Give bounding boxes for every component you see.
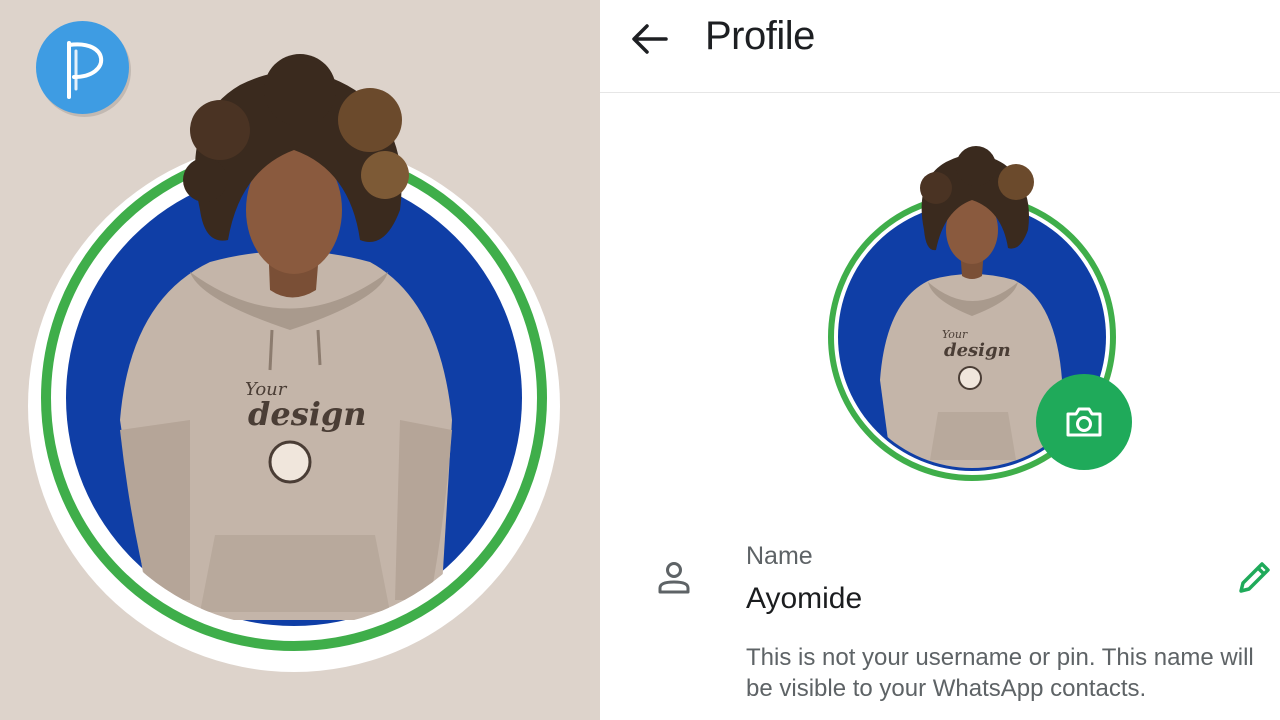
svg-text:design: design — [944, 340, 1011, 361]
page-title: Profile — [705, 14, 815, 58]
app-bar: Profile — [600, 0, 1280, 93]
edit-name-button[interactable] — [1232, 556, 1276, 600]
svg-text:design: design — [248, 395, 367, 433]
pencil-icon — [1239, 562, 1270, 593]
name-hint-text: This is not your username or pin. This n… — [746, 644, 1254, 702]
name-label: Name — [746, 542, 813, 570]
poster-avatar-illustration: Your design — [28, 54, 560, 672]
person-icon — [658, 562, 690, 594]
name-value[interactable]: Ayomide — [746, 582, 862, 616]
poster-panel: Your design — [0, 0, 600, 720]
profile-screen: Profile Your design Name Ayomide This is… — [600, 0, 1280, 720]
change-photo-button[interactable] — [1036, 374, 1132, 470]
arrow-back-icon — [632, 24, 668, 54]
camera-icon — [1066, 407, 1102, 437]
back-button[interactable] — [624, 14, 676, 66]
